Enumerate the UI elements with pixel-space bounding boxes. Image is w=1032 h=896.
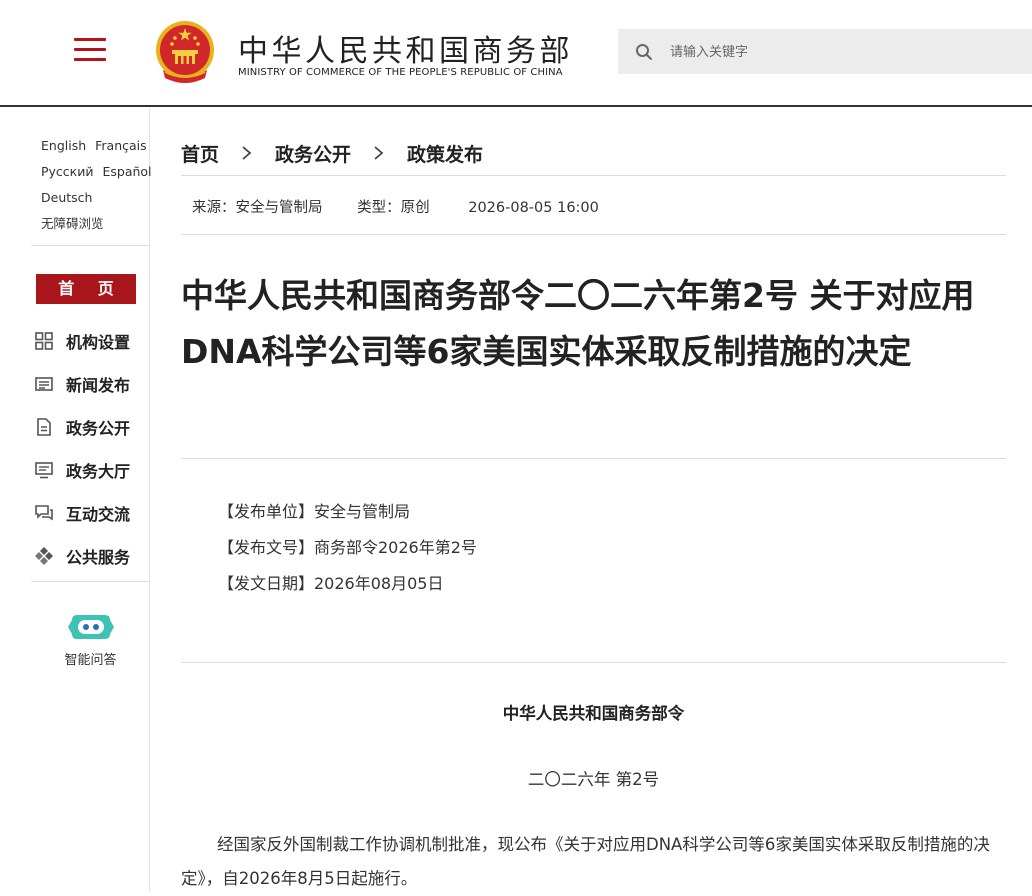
accessibility-link[interactable]: 无障碍浏览 bbox=[41, 216, 104, 231]
chevron-right-icon bbox=[242, 146, 252, 160]
meta-source: 来源：安全与管制局 bbox=[192, 200, 323, 216]
monitor-icon bbox=[35, 461, 53, 478]
sidebar: English Français Русский Español Deutsch 无… bbox=[0, 109, 152, 892]
ai-assistant-label: 智能问答 bbox=[64, 653, 117, 668]
lang-spanish-link[interactable]: Español bbox=[102, 164, 151, 179]
chat-icon bbox=[35, 504, 53, 520]
site-title: 中华人民共和国商务部 bbox=[238, 34, 573, 69]
sidebar-item-label: 新闻发布 bbox=[66, 375, 131, 395]
info-issue-date: 【发文日期】2026年08月05日 bbox=[218, 574, 444, 593]
divider bbox=[181, 175, 1006, 176]
lang-french-link[interactable]: Français bbox=[95, 138, 147, 153]
document-heading: 中华人民共和国商务部令 bbox=[502, 704, 685, 723]
article-info: 【发布单位】安全与管制局 【发布文号】商务部令2026年第2号 【发文日期】20… bbox=[218, 494, 477, 602]
divider bbox=[181, 234, 1006, 235]
info-document-number: 【发布文号】商务部令2026年第2号 bbox=[218, 538, 477, 557]
sidebar-item-label: 政务公开 bbox=[66, 418, 131, 438]
lang-russian-link[interactable]: Русский bbox=[41, 164, 93, 179]
news-icon bbox=[35, 376, 53, 391]
hamburger-icon[interactable] bbox=[74, 38, 106, 64]
sidebar-item-news[interactable]: 新闻发布 bbox=[34, 362, 150, 405]
sidebar-item-service-hall[interactable]: 政务大厅 bbox=[34, 448, 150, 491]
search-icon[interactable] bbox=[635, 43, 653, 61]
sidebar-nav: 机构设置 新闻发布 政务公开 政务大厅 互动交流 公共服务 bbox=[34, 319, 150, 577]
sidebar-item-home[interactable]: 首 页 bbox=[36, 274, 136, 304]
divider bbox=[181, 458, 1006, 459]
meta-datetime: 2026-08-05 16:00 bbox=[468, 200, 599, 216]
site-header: 中华人民共和国商务部 MINISTRY OF COMMERCE OF THE P… bbox=[0, 0, 1032, 107]
chevron-right-icon bbox=[374, 146, 384, 160]
sidebar-divider bbox=[31, 581, 150, 582]
info-issuer: 【发布单位】安全与管制局 bbox=[218, 502, 411, 521]
sidebar-item-label: 互动交流 bbox=[66, 504, 131, 524]
document-icon bbox=[37, 417, 51, 436]
breadcrumb-policy-release[interactable]: 政策发布 bbox=[407, 140, 483, 167]
meta-type: 类型：原创 bbox=[357, 200, 430, 216]
sidebar-item-interaction[interactable]: 互动交流 bbox=[34, 491, 150, 534]
robot-icon bbox=[67, 615, 114, 639]
search-box bbox=[618, 29, 1032, 76]
document-body: 经国家反外国制裁工作协调机制批准，现公布《关于对应用DNA科学公司等6家美国实体… bbox=[181, 835, 990, 888]
sidebar-item-label: 机构设置 bbox=[66, 332, 131, 352]
sidebar-item-label: 公共服务 bbox=[66, 547, 131, 567]
sidebar-item-public-service[interactable]: 公共服务 bbox=[34, 534, 150, 577]
search-input[interactable] bbox=[668, 29, 1022, 76]
language-switcher: English Français Русский Español Deutsch 无… bbox=[41, 133, 152, 237]
breadcrumb-government-affairs[interactable]: 政务公开 bbox=[275, 140, 351, 167]
national-emblem-icon bbox=[156, 21, 214, 83]
site-subtitle: MINISTRY OF COMMERCE OF THE PEOPLE'S REP… bbox=[238, 67, 563, 78]
sidebar-divider bbox=[31, 245, 150, 246]
article-meta: 来源：安全与管制局 类型：原创 2026-08-05 16:00 bbox=[192, 196, 599, 217]
lang-english-link[interactable]: English bbox=[41, 138, 86, 153]
sidebar-item-government-affairs[interactable]: 政务公开 bbox=[34, 405, 150, 448]
divider bbox=[181, 662, 1006, 663]
breadcrumb: 首页 政务公开 政策发布 bbox=[181, 138, 483, 168]
sidebar-item-organization[interactable]: 机构设置 bbox=[34, 319, 150, 362]
breadcrumb-home[interactable]: 首页 bbox=[181, 140, 219, 167]
service-icon bbox=[35, 546, 53, 565]
lang-german-link[interactable]: Deutsch bbox=[41, 190, 92, 205]
sidebar-item-label: 政务大厅 bbox=[66, 461, 131, 481]
ai-assistant-button[interactable]: 智能问答 bbox=[31, 609, 150, 668]
article-title: 中华人民共和国商务部令二〇二六年第2号 关于对应用DNA科学公司等6家美国实体采… bbox=[181, 276, 975, 371]
grid-icon bbox=[35, 331, 53, 350]
document-number: 二〇二六年 第2号 bbox=[527, 770, 660, 789]
